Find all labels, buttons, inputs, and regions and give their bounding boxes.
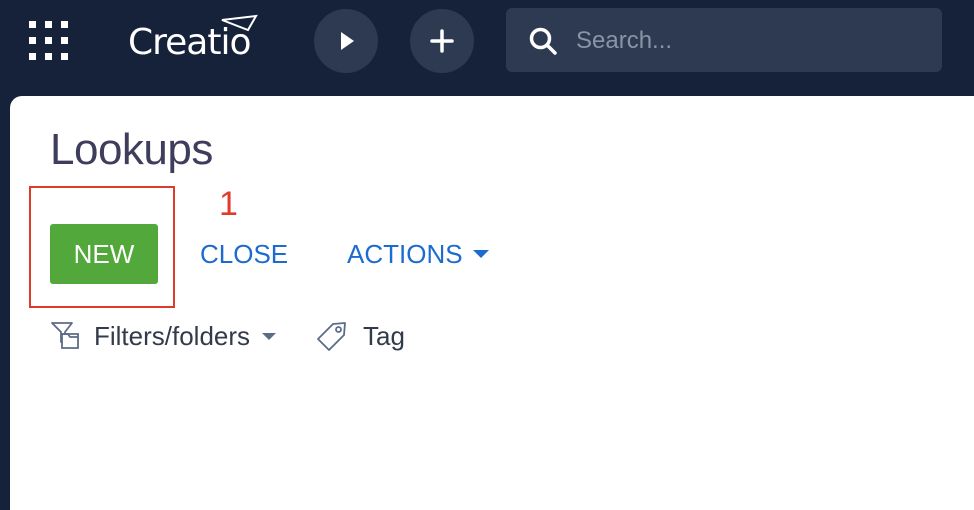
close-button[interactable]: CLOSE	[200, 236, 288, 272]
plus-icon	[430, 29, 454, 53]
top-navigation-bar: Creatio	[0, 0, 974, 96]
new-button[interactable]: NEW	[50, 224, 158, 284]
play-icon	[341, 32, 354, 50]
chevron-down-icon	[472, 250, 489, 259]
run-process-button[interactable]	[314, 9, 378, 73]
tag-label: Tag	[363, 320, 405, 351]
annotation-callout-number: 1	[219, 185, 238, 223]
search-input[interactable]	[574, 20, 928, 62]
filters-folders-label: Filters/folders	[94, 320, 251, 351]
chevron-down-icon	[262, 332, 277, 340]
filter-icon	[51, 322, 79, 349]
search-icon	[529, 27, 557, 55]
tag-button[interactable]: Tag	[315, 318, 405, 354]
creatio-logo[interactable]: Creatio	[128, 14, 258, 68]
actions-dropdown-button[interactable]: ACTIONS	[347, 236, 489, 272]
page-title: Lookups	[50, 125, 213, 174]
grid-icon[interactable]	[28, 19, 72, 63]
tag-icon	[317, 322, 346, 351]
main-panel: Lookups 1 NEW CLOSE ACTIONS Filters/fold…	[10, 96, 974, 510]
filters-folders-button[interactable]: Filters/folders	[50, 318, 277, 354]
add-button[interactable]	[410, 9, 474, 73]
search-box[interactable]	[506, 8, 942, 72]
actions-label: ACTIONS	[347, 239, 463, 269]
logo-swoosh-icon	[221, 14, 258, 32]
